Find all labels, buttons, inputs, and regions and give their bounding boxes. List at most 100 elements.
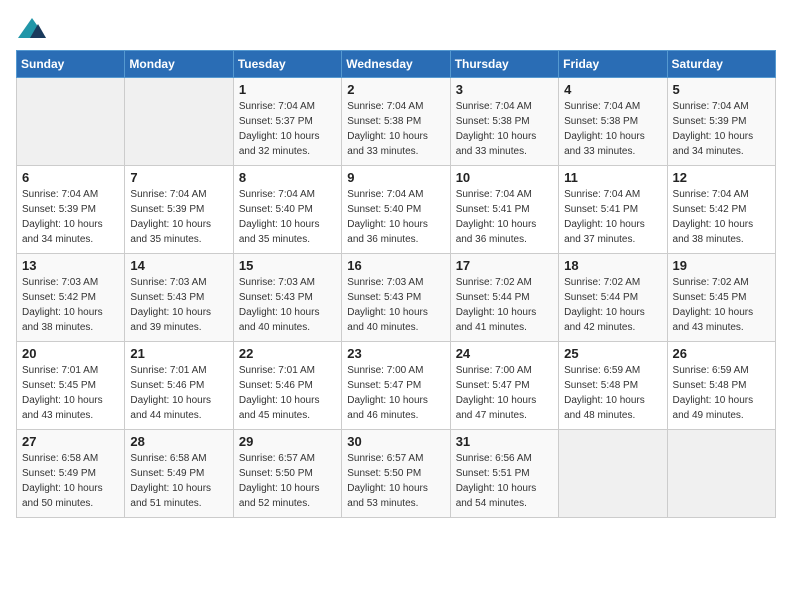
day-info: Sunrise: 7:01 AM Sunset: 5:46 PM Dayligh… (130, 363, 227, 423)
calendar-cell: 23 Sunrise: 7:00 AM Sunset: 5:47 PM Dayli… (342, 342, 450, 430)
calendar-cell: 1 Sunrise: 7:04 AM Sunset: 5:37 PM Daylig… (233, 78, 341, 166)
logo (16, 16, 48, 38)
calendar-cell: 31Sunrise: 6:56 AM Sunset: 5:51 PM Dayli… (450, 430, 558, 518)
day-info: Sunrise: 7:00 AM Sunset: 5:47 PM Dayligh… (456, 363, 553, 423)
column-header-monday: Monday (125, 51, 233, 78)
day-number: 8 (239, 170, 336, 185)
calendar-cell: 24 Sunrise: 7:00 AM Sunset: 5:47 PM Dayli… (450, 342, 558, 430)
day-info: Sunrise: 7:04 AM Sunset: 5:40 PM Dayligh… (347, 187, 444, 247)
calendar-cell: 22 Sunrise: 7:01 AM Sunset: 5:46 PM Dayli… (233, 342, 341, 430)
day-info: Sunrise: 7:04 AM Sunset: 5:39 PM Dayligh… (130, 187, 227, 247)
day-number: 24 (456, 346, 553, 361)
day-number: 13 (22, 258, 119, 273)
day-number: 9 (347, 170, 444, 185)
day-number: 25 (564, 346, 661, 361)
calendar-cell: 10 Sunrise: 7:04 AM Sunset: 5:41 PM Dayli… (450, 166, 558, 254)
day-info: Sunrise: 7:03 AM Sunset: 5:43 PM Dayligh… (130, 275, 227, 335)
calendar-cell: 12 Sunrise: 7:04 AM Sunset: 5:42 PM Dayli… (667, 166, 775, 254)
calendar-cell: 7 Sunrise: 7:04 AM Sunset: 5:39 PM Daylig… (125, 166, 233, 254)
day-number: 16 (347, 258, 444, 273)
day-info: Sunrise: 7:04 AM Sunset: 5:37 PM Dayligh… (239, 99, 336, 159)
day-number: 4 (564, 82, 661, 97)
calendar-cell: 19Sunrise: 7:02 AM Sunset: 5:45 PM Dayli… (667, 254, 775, 342)
day-info: Sunrise: 7:02 AM Sunset: 5:44 PM Dayligh… (456, 275, 553, 335)
calendar-cell: 13Sunrise: 7:03 AM Sunset: 5:42 PM Dayli… (17, 254, 125, 342)
day-info: Sunrise: 6:57 AM Sunset: 5:50 PM Dayligh… (347, 451, 444, 511)
calendar-cell: 11 Sunrise: 7:04 AM Sunset: 5:41 PM Dayli… (559, 166, 667, 254)
day-number: 18 (564, 258, 661, 273)
calendar-cell: 8 Sunrise: 7:04 AM Sunset: 5:40 PM Daylig… (233, 166, 341, 254)
calendar-cell: 2 Sunrise: 7:04 AM Sunset: 5:38 PM Daylig… (342, 78, 450, 166)
calendar-table: SundayMondayTuesdayWednesdayThursdayFrid… (16, 50, 776, 518)
calendar-cell: 20 Sunrise: 7:01 AM Sunset: 5:45 PM Dayli… (17, 342, 125, 430)
calendar-cell: 25 Sunrise: 6:59 AM Sunset: 5:48 PM Dayli… (559, 342, 667, 430)
day-info: Sunrise: 7:02 AM Sunset: 5:44 PM Dayligh… (564, 275, 661, 335)
day-number: 2 (347, 82, 444, 97)
day-info: Sunrise: 7:04 AM Sunset: 5:41 PM Dayligh… (456, 187, 553, 247)
calendar-cell (559, 430, 667, 518)
day-number: 3 (456, 82, 553, 97)
calendar-cell: 5Sunrise: 7:04 AM Sunset: 5:39 PM Daylig… (667, 78, 775, 166)
day-number: 20 (22, 346, 119, 361)
calendar-cell: 29 Sunrise: 6:57 AM Sunset: 5:50 PM Dayli… (233, 430, 341, 518)
calendar-cell: 6 Sunrise: 7:04 AM Sunset: 5:39 PM Daylig… (17, 166, 125, 254)
page-header (16, 16, 776, 38)
day-number: 15 (239, 258, 336, 273)
calendar-row-2: 13Sunrise: 7:03 AM Sunset: 5:42 PM Dayli… (17, 254, 776, 342)
calendar-cell: 16Sunrise: 7:03 AM Sunset: 5:43 PM Dayli… (342, 254, 450, 342)
day-info: Sunrise: 7:01 AM Sunset: 5:45 PM Dayligh… (22, 363, 119, 423)
calendar-cell: 30 Sunrise: 6:57 AM Sunset: 5:50 PM Dayli… (342, 430, 450, 518)
day-number: 5 (673, 82, 770, 97)
day-info: Sunrise: 7:04 AM Sunset: 5:42 PM Dayligh… (673, 187, 770, 247)
calendar-row-3: 20 Sunrise: 7:01 AM Sunset: 5:45 PM Dayli… (17, 342, 776, 430)
day-info: Sunrise: 6:58 AM Sunset: 5:49 PM Dayligh… (130, 451, 227, 511)
day-info: Sunrise: 7:02 AM Sunset: 5:45 PM Dayligh… (673, 275, 770, 335)
day-number: 11 (564, 170, 661, 185)
day-number: 23 (347, 346, 444, 361)
calendar-cell: 4Sunrise: 7:04 AM Sunset: 5:38 PM Daylig… (559, 78, 667, 166)
day-number: 10 (456, 170, 553, 185)
calendar-cell (125, 78, 233, 166)
calendar-row-1: 6 Sunrise: 7:04 AM Sunset: 5:39 PM Daylig… (17, 166, 776, 254)
day-number: 21 (130, 346, 227, 361)
day-info: Sunrise: 7:00 AM Sunset: 5:47 PM Dayligh… (347, 363, 444, 423)
day-number: 29 (239, 434, 336, 449)
calendar-header-row: SundayMondayTuesdayWednesdayThursdayFrid… (17, 51, 776, 78)
calendar-cell: 21 Sunrise: 7:01 AM Sunset: 5:46 PM Dayli… (125, 342, 233, 430)
day-info: Sunrise: 7:04 AM Sunset: 5:38 PM Dayligh… (347, 99, 444, 159)
day-number: 30 (347, 434, 444, 449)
calendar-row-0: 1 Sunrise: 7:04 AM Sunset: 5:37 PM Daylig… (17, 78, 776, 166)
day-number: 26 (673, 346, 770, 361)
calendar-cell: 26 Sunrise: 6:59 AM Sunset: 5:48 PM Dayli… (667, 342, 775, 430)
day-info: Sunrise: 7:04 AM Sunset: 5:39 PM Dayligh… (22, 187, 119, 247)
calendar-cell (667, 430, 775, 518)
calendar-cell: 14 Sunrise: 7:03 AM Sunset: 5:43 PM Dayli… (125, 254, 233, 342)
day-number: 7 (130, 170, 227, 185)
column-header-sunday: Sunday (17, 51, 125, 78)
day-info: Sunrise: 6:59 AM Sunset: 5:48 PM Dayligh… (564, 363, 661, 423)
calendar-cell: 15Sunrise: 7:03 AM Sunset: 5:43 PM Dayli… (233, 254, 341, 342)
column-header-thursday: Thursday (450, 51, 558, 78)
column-header-tuesday: Tuesday (233, 51, 341, 78)
column-header-wednesday: Wednesday (342, 51, 450, 78)
day-info: Sunrise: 6:59 AM Sunset: 5:48 PM Dayligh… (673, 363, 770, 423)
day-number: 1 (239, 82, 336, 97)
day-info: Sunrise: 6:57 AM Sunset: 5:50 PM Dayligh… (239, 451, 336, 511)
column-header-saturday: Saturday (667, 51, 775, 78)
calendar-cell: 28Sunrise: 6:58 AM Sunset: 5:49 PM Dayli… (125, 430, 233, 518)
day-info: Sunrise: 6:58 AM Sunset: 5:49 PM Dayligh… (22, 451, 119, 511)
day-info: Sunrise: 7:04 AM Sunset: 5:41 PM Dayligh… (564, 187, 661, 247)
calendar-row-4: 27Sunrise: 6:58 AM Sunset: 5:49 PM Dayli… (17, 430, 776, 518)
day-info: Sunrise: 7:01 AM Sunset: 5:46 PM Dayligh… (239, 363, 336, 423)
day-number: 14 (130, 258, 227, 273)
calendar-cell: 18 Sunrise: 7:02 AM Sunset: 5:44 PM Dayli… (559, 254, 667, 342)
day-number: 12 (673, 170, 770, 185)
calendar-cell: 17 Sunrise: 7:02 AM Sunset: 5:44 PM Dayli… (450, 254, 558, 342)
calendar-cell: 27Sunrise: 6:58 AM Sunset: 5:49 PM Dayli… (17, 430, 125, 518)
day-number: 6 (22, 170, 119, 185)
day-number: 17 (456, 258, 553, 273)
logo-icon (16, 16, 44, 38)
day-number: 31 (456, 434, 553, 449)
day-number: 22 (239, 346, 336, 361)
day-info: Sunrise: 7:04 AM Sunset: 5:40 PM Dayligh… (239, 187, 336, 247)
